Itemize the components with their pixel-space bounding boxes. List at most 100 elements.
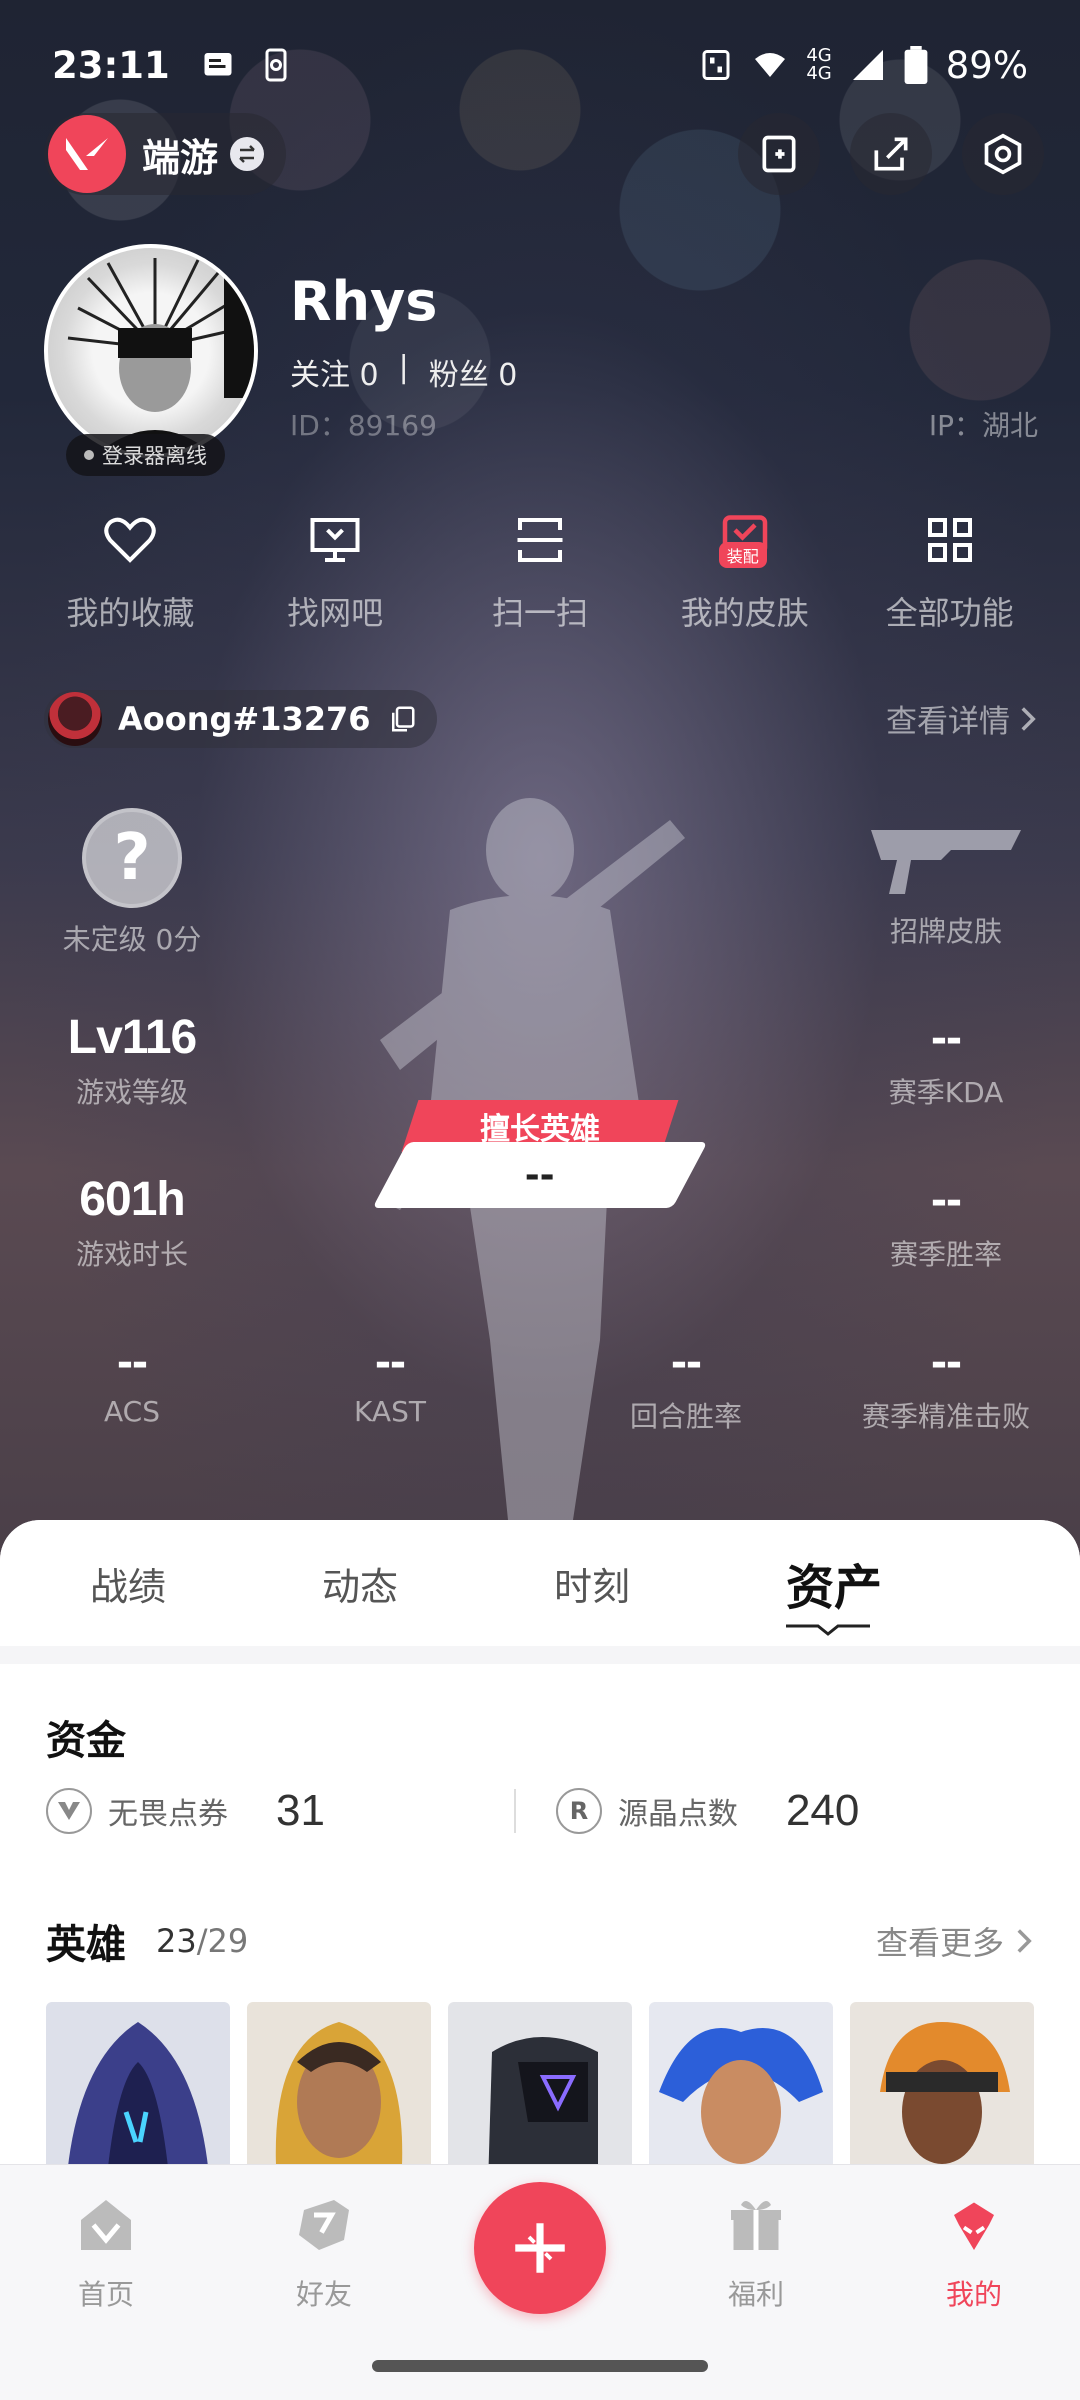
signature-skin-label: 招牌皮肤	[889, 915, 1002, 948]
chevron-right-icon	[1021, 706, 1036, 731]
level-label: 游戏等级	[75, 1076, 188, 1109]
quick-action-skins[interactable]: 装配 我的皮肤	[650, 510, 840, 634]
headshot-value: --	[931, 1335, 962, 1388]
avatar-container[interactable]: 登录器离线	[44, 244, 258, 476]
rank-label: 未定级 0分	[62, 923, 202, 956]
playtime-value: 601h	[79, 1173, 185, 1226]
unranked-icon: ?	[82, 808, 182, 908]
plus-icon	[515, 2223, 565, 2273]
network-type: 4G 4G	[806, 45, 832, 84]
chevron-right-icon	[1017, 1929, 1032, 1953]
kda-value: --	[931, 1011, 962, 1064]
kast-value: --	[375, 1335, 406, 1388]
launcher-status-badge: 登录器离线	[66, 434, 225, 476]
nav-friends[interactable]: 好友	[254, 2195, 394, 2313]
stat-winrate: -- 赛季胜率	[826, 1172, 1066, 1273]
copy-icon[interactable]	[387, 704, 417, 734]
valorant-points-icon	[46, 1788, 92, 1834]
riot-account-pill[interactable]: Aoong#13276	[44, 690, 437, 748]
ip-location: IP：湖北	[928, 409, 1038, 442]
status-dot	[84, 450, 94, 460]
radianite-points: R 源晶点数 240	[555, 1786, 1034, 1836]
view-more-link[interactable]: 查看更多	[876, 1918, 1034, 1964]
heart-icon	[104, 517, 157, 563]
gift-icon	[731, 2201, 781, 2250]
agent-portrait-raze[interactable]	[850, 2002, 1034, 2186]
stat-rank[interactable]: ? 未定级 0分	[12, 808, 252, 958]
kast-label: KAST	[354, 1395, 426, 1428]
agent-portrait-neon[interactable]	[649, 2002, 833, 2186]
user-id: ID：89169	[290, 409, 437, 442]
funds-divider	[514, 1789, 516, 1833]
battery-percent: 89%	[945, 43, 1028, 87]
nav-home[interactable]: 首页	[36, 2195, 176, 2313]
create-post-button[interactable]	[474, 2182, 606, 2314]
agent-portrait-kayo[interactable]	[448, 2002, 632, 2186]
stat-playtime: 601h 游戏时长	[12, 1172, 252, 1273]
quick-action-all-features[interactable]: 全部功能	[855, 510, 1045, 634]
platform-switcher[interactable]: 端游	[44, 113, 287, 195]
gun-skin-icon	[871, 830, 1021, 894]
battery-icon	[904, 46, 928, 84]
settings-hexagon-icon	[984, 133, 1022, 175]
card-plus-icon	[762, 135, 796, 173]
agents-header: 英雄 23/29 查看更多	[46, 1912, 1034, 1970]
stat-level: Lv116 游戏等级	[12, 1010, 252, 1111]
round-winrate-value: --	[671, 1335, 702, 1388]
funds-row: 无畏点券 31 R 源晶点数 240	[46, 1766, 1034, 1856]
fans-link[interactable]: 粉丝 0	[429, 350, 518, 394]
platform-name: 端游	[142, 135, 219, 180]
share-button[interactable]	[850, 113, 932, 195]
home-indicator[interactable]	[372, 2360, 708, 2372]
tab-moments[interactable]: 时刻	[504, 1556, 736, 1611]
view-details-link[interactable]: 查看详情	[886, 696, 1038, 741]
launcher-status-text: 登录器离线	[102, 444, 207, 468]
agent-portrait-phoenix-variant[interactable]	[247, 2002, 431, 2186]
friends-icon	[299, 2200, 349, 2250]
kda-label: 赛季KDA	[888, 1076, 1004, 1109]
message-icon	[204, 53, 232, 76]
quick-action-favorites[interactable]: 我的收藏	[35, 510, 225, 634]
riot-id: Aoong#13276	[118, 700, 371, 738]
account-avatar	[48, 692, 102, 746]
rp-value: 240	[785, 1786, 860, 1835]
agents-title: 英雄	[46, 1922, 126, 1968]
signal-icon	[852, 50, 883, 80]
stat-acs: -- ACS	[12, 1334, 252, 1428]
wifi-icon	[755, 53, 786, 77]
profile-header-background	[0, 0, 1080, 1560]
skin-icon: 装配	[715, 510, 775, 570]
profile-icon	[954, 2202, 994, 2250]
nfc-icon	[702, 50, 730, 80]
settings-button[interactable]	[962, 113, 1044, 195]
follow-stats: 关注 0 | 粉丝 0	[290, 350, 517, 394]
stat-kda: -- 赛季KDA	[826, 1010, 1066, 1111]
nav-rewards[interactable]: 福利	[686, 2195, 826, 2313]
quick-action-scan[interactable]: 扫一扫	[445, 510, 635, 634]
add-card-button[interactable]	[738, 113, 820, 195]
share-icon	[874, 137, 908, 171]
top-bar: 端游	[44, 112, 1044, 196]
quick-action-internet-cafe[interactable]: 找网吧	[240, 510, 430, 634]
active-tab-indicator	[786, 1624, 870, 1636]
avatar[interactable]	[44, 244, 258, 458]
grid-icon	[927, 518, 972, 562]
best-agent-card[interactable]: --	[372, 1142, 708, 1208]
monitor-icon	[310, 518, 360, 562]
nav-me[interactable]: 我的	[904, 2195, 1044, 2313]
stat-signature-skin[interactable]: 招牌皮肤	[826, 820, 1066, 950]
agent-portrait-omen[interactable]	[46, 2002, 230, 2186]
stat-kast: -- KAST	[270, 1334, 510, 1428]
tab-assets[interactable]: 资产	[736, 1548, 968, 1618]
headshot-label: 赛季精准击败	[861, 1400, 1030, 1433]
acs-value: --	[117, 1335, 148, 1388]
radianite-icon: R	[555, 1788, 602, 1834]
tab-match-history[interactable]: 战绩	[40, 1556, 272, 1611]
stat-round-winrate: -- 回合胜率	[566, 1334, 806, 1435]
following-link[interactable]: 关注 0	[290, 350, 379, 394]
avatar-image	[67, 258, 254, 454]
stat-headshots: -- 赛季精准击败	[826, 1334, 1066, 1435]
status-time: 23:11	[52, 43, 170, 87]
rp-label: 源晶点数	[617, 1797, 738, 1832]
tab-activity[interactable]: 动态	[272, 1556, 504, 1611]
